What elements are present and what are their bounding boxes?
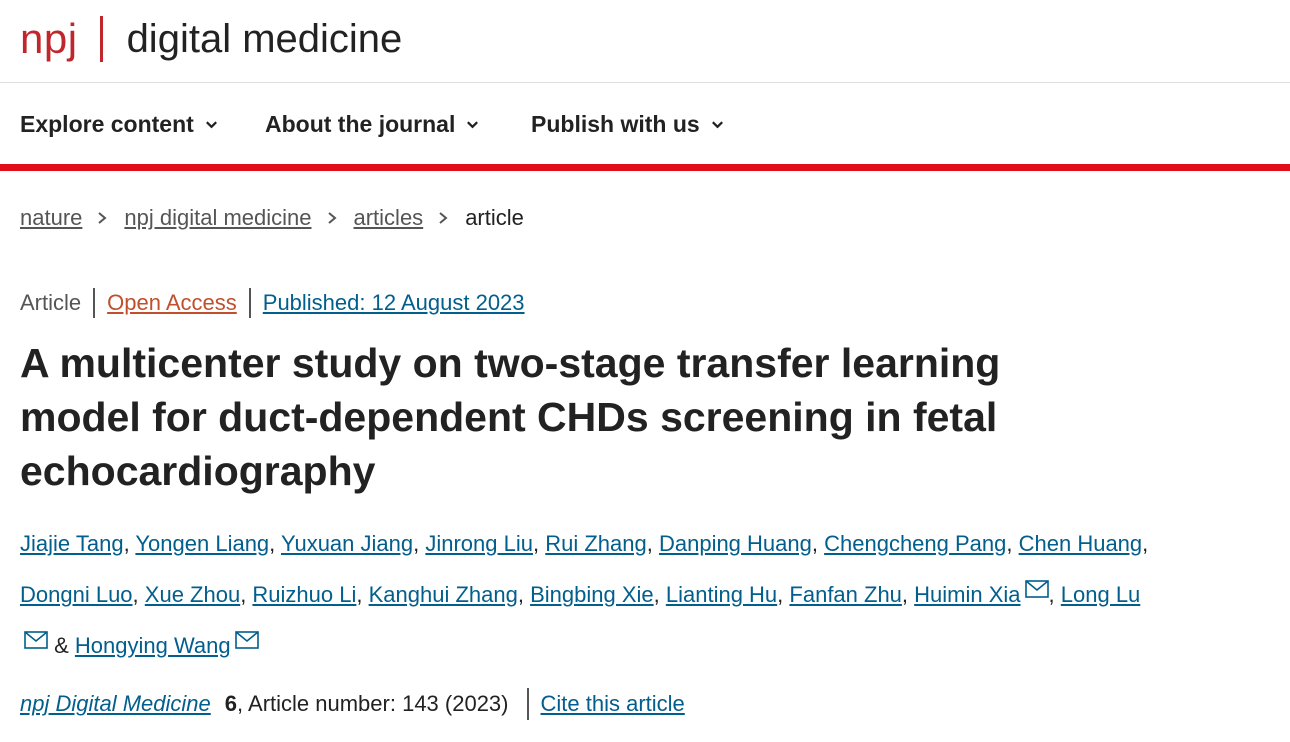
citation-line: npj Digital Medicine 6 , Article number:…	[20, 688, 685, 720]
logo-title: digital medicine	[126, 17, 403, 61]
chevron-right-icon	[327, 212, 337, 224]
author-link[interactable]: Yuxuan Jiang	[281, 531, 413, 556]
author-link[interactable]: Dongni Luo	[20, 582, 133, 607]
chevron-down-icon	[711, 121, 723, 129]
breadcrumb-nature[interactable]: nature	[20, 205, 82, 231]
nav-item-label: About the journal	[265, 111, 456, 137]
author-link[interactable]: Ruizhuo Li	[252, 582, 356, 607]
author-link[interactable]: Bingbing Xie	[530, 582, 654, 607]
chevron-down-icon	[467, 121, 479, 129]
journal-logo[interactable]: npj digital medicine	[20, 14, 402, 64]
author-separator: ,	[653, 582, 666, 607]
breadcrumb-articles[interactable]: articles	[354, 205, 424, 231]
author-separator: ,	[811, 531, 825, 556]
author-link[interactable]: Lianting Hu	[666, 582, 777, 607]
main-nav: Explore content About the journal Publis…	[0, 83, 1290, 164]
cite-divider	[526, 688, 529, 720]
author-separator: ,	[532, 531, 546, 556]
author-separator: ,	[1006, 531, 1019, 556]
author-separator: ,	[123, 531, 136, 556]
nav-about-the-journal[interactable]: About the journal	[265, 111, 480, 138]
author-link[interactable]: Fanfan Zhu	[789, 582, 902, 607]
author-link[interactable]: Hongying Wang	[75, 633, 231, 658]
author-link[interactable]: Jinrong Liu	[425, 531, 533, 556]
logo-divider	[99, 16, 103, 62]
cite-this-article-link[interactable]: Cite this article	[541, 691, 685, 717]
chevron-right-icon	[439, 212, 448, 224]
author-link[interactable]: Kanghui Zhang	[369, 582, 518, 607]
author-link[interactable]: Long Lu	[1061, 582, 1141, 607]
author-separator: ,	[517, 582, 531, 607]
article-meta: Article Open Access Published: 12 August…	[20, 288, 525, 318]
author-separator: ,	[777, 582, 790, 607]
author-link[interactable]: Huimin Xia	[914, 582, 1020, 607]
author-separator: ,	[646, 531, 659, 556]
envelope-icon[interactable]	[1024, 567, 1049, 598]
author-separator: ,	[413, 531, 426, 556]
nav-publish-with-us[interactable]: Publish with us	[531, 111, 725, 138]
nav-item-label: Publish with us	[531, 111, 700, 137]
chevron-right-icon	[98, 212, 107, 224]
logo-npj: npj	[20, 15, 78, 62]
volume-number: 6	[224, 691, 238, 716]
masthead: npj digital medicine	[0, 0, 1290, 83]
author-separator: &	[48, 633, 75, 658]
author-separator: ,	[1048, 582, 1061, 607]
author-link[interactable]: Xue Zhou	[145, 582, 240, 607]
author-link[interactable]: Yongen Liang	[135, 531, 269, 556]
article-title: A multicenter study on two-stage transfe…	[20, 340, 1001, 494]
article-number: , Article number: 143 (2023)	[237, 691, 509, 716]
author-link[interactable]: Chen Huang	[1019, 531, 1143, 556]
author-separator: ,	[269, 531, 281, 556]
journal-link[interactable]: npj Digital Medicine	[20, 691, 211, 717]
author-link[interactable]: Rui Zhang	[545, 531, 647, 556]
author-list: Jiajie Tang, Yongen Liang, Yuxuan Jiang,…	[20, 520, 1150, 669]
nav-explore-content[interactable]: Explore content	[20, 111, 219, 138]
published-date-link[interactable]: Published: 12 August 2023	[263, 290, 525, 316]
envelope-icon[interactable]	[234, 618, 259, 649]
breadcrumb: nature npj digital medicine articles art…	[20, 205, 524, 231]
open-access-link[interactable]: Open Access	[107, 290, 237, 316]
author-separator: ,	[901, 582, 915, 607]
breadcrumb-npj-digital-medicine[interactable]: npj digital medicine	[124, 205, 311, 231]
author-link[interactable]: Jiajie Tang	[20, 531, 124, 556]
breadcrumb-current: article	[465, 205, 524, 230]
author-separator: ,	[356, 582, 369, 607]
article-type: Article	[20, 290, 82, 315]
envelope-icon[interactable]	[24, 618, 48, 649]
author-link[interactable]: Chengcheng Pang	[824, 531, 1006, 556]
nav-accent-rule	[0, 164, 1290, 171]
meta-divider	[93, 288, 96, 318]
chevron-down-icon	[205, 121, 217, 129]
author-separator: ,	[132, 582, 145, 607]
meta-divider	[248, 288, 251, 318]
author-separator: ,	[1142, 531, 1149, 556]
nav-item-label: Explore content	[20, 111, 194, 137]
author-link[interactable]: Danping Huang	[659, 531, 812, 556]
author-separator: ,	[240, 582, 253, 607]
